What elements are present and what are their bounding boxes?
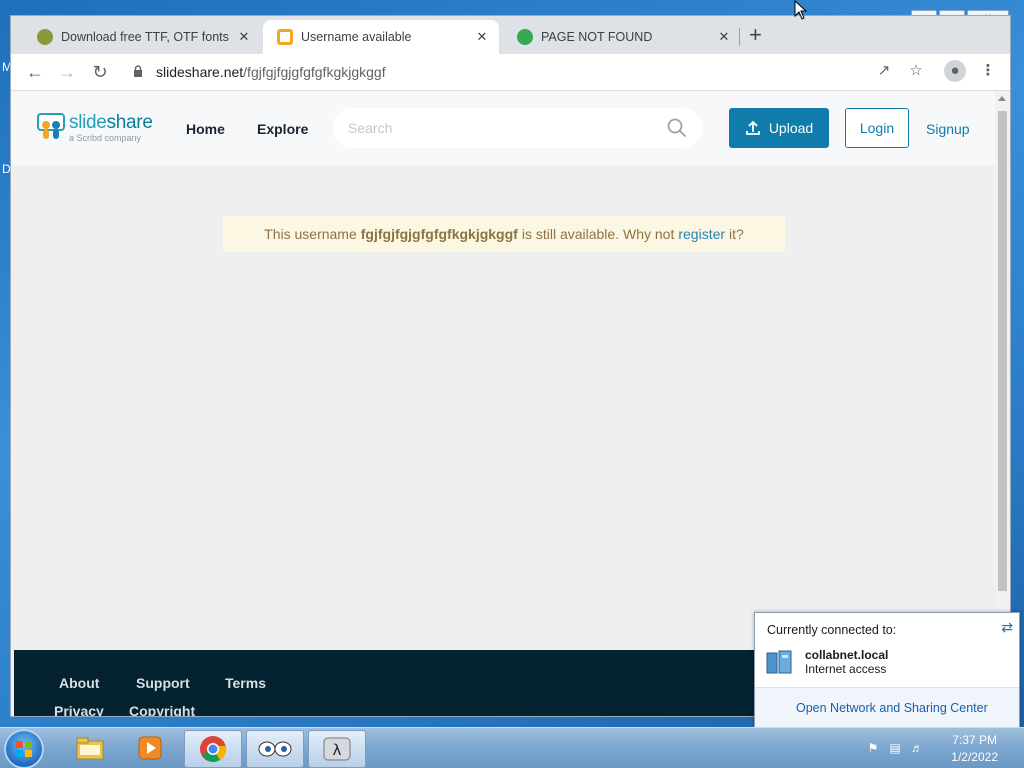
network-icon bbox=[766, 650, 792, 674]
slideshare-favicon-icon bbox=[277, 29, 293, 45]
taskbar-chrome[interactable] bbox=[184, 730, 242, 768]
bookmark-star-icon[interactable]: ☆ bbox=[904, 59, 928, 83]
tab-title: Download free TTF, OTF fonts | C bbox=[61, 30, 233, 44]
upload-label: Upload bbox=[768, 120, 814, 136]
eyes-icon bbox=[258, 741, 292, 757]
tab-fonts[interactable]: Download free TTF, OTF fonts | C ✕ bbox=[23, 20, 261, 54]
footer-copyright[interactable]: Copyright bbox=[129, 703, 195, 716]
start-button[interactable] bbox=[4, 729, 44, 768]
tab-separator bbox=[739, 28, 740, 46]
slideshare-logo[interactable]: slideshare a Scribd company bbox=[37, 111, 157, 147]
browser-window: Download free TTF, OTF fonts | C ✕ Usern… bbox=[11, 16, 1010, 716]
taskbar-media-player[interactable] bbox=[122, 730, 178, 766]
clock-time: 7:37 PM bbox=[952, 733, 997, 747]
search-placeholder: Search bbox=[348, 120, 393, 136]
popup-header: Currently connected to: bbox=[767, 623, 897, 637]
notice-prefix: This username bbox=[264, 226, 357, 242]
lock-icon bbox=[134, 65, 142, 77]
tab-strip: Download free TTF, OTF fonts | C ✕ Usern… bbox=[11, 16, 1010, 54]
logo-word-slide: slide bbox=[69, 112, 107, 133]
signup-link[interactable]: Signup bbox=[926, 121, 970, 137]
new-tab-button[interactable]: + bbox=[749, 22, 762, 48]
explorer-icon bbox=[76, 737, 104, 760]
tab-title: PAGE NOT FOUND bbox=[541, 30, 653, 44]
mouse-cursor-icon bbox=[794, 0, 808, 20]
lambda-icon: λ bbox=[323, 737, 351, 761]
network-status-popup: Currently connected to: ⇄ collabnet.loca… bbox=[754, 612, 1020, 728]
search-icon[interactable] bbox=[667, 118, 687, 138]
notice-suffix: it? bbox=[729, 226, 744, 242]
tab-title: Username available bbox=[301, 30, 412, 44]
forward-arrow-icon[interactable]: → bbox=[55, 60, 79, 84]
notice-username: fgjfgjfgjgfgfgfkgkjgkggf bbox=[360, 226, 518, 242]
close-tab-icon[interactable]: ✕ bbox=[471, 29, 493, 45]
tab-page-not-found[interactable]: PAGE NOT FOUND ✕ bbox=[503, 20, 741, 54]
desktop-icon-label: D bbox=[2, 162, 11, 176]
username-available-notice: This username fgjfgjfgjgfgfgfkgkjgkggf i… bbox=[223, 216, 785, 252]
profile-avatar-icon[interactable]: ● bbox=[944, 60, 966, 82]
site-header: slideshare a Scribd company Home Explore… bbox=[11, 91, 995, 165]
address-bar[interactable]: slideshare.net/fgjfgjfgjgfgfgfkgkjgkggf bbox=[123, 58, 968, 86]
close-tab-icon[interactable]: ✕ bbox=[713, 29, 735, 45]
scroll-up-arrow-icon[interactable] bbox=[998, 96, 1006, 101]
system-tray: ⚑ ▤ ♬ 7:37 PM 1/2/2022 bbox=[854, 728, 1024, 768]
logo-wordmark: slideshare bbox=[69, 112, 153, 134]
media-player-icon bbox=[138, 736, 162, 760]
footer-terms[interactable]: Terms bbox=[225, 675, 266, 691]
upload-button[interactable]: Upload bbox=[729, 108, 829, 148]
nav-home[interactable]: Home bbox=[186, 121, 225, 137]
chrome-icon bbox=[200, 736, 227, 762]
slideshare-logo-icon bbox=[37, 113, 65, 139]
open-network-center-link[interactable]: Open Network and Sharing Center bbox=[796, 701, 988, 715]
refresh-icon[interactable]: ⇄ bbox=[1001, 619, 1013, 636]
upload-icon bbox=[745, 120, 760, 135]
url-text: slideshare.net/fgjfgjfgjgfgfgfkgkjgkggf bbox=[156, 64, 386, 80]
notice-middle: is still available. Why not bbox=[521, 226, 675, 242]
network-name: collabnet.local bbox=[805, 648, 889, 662]
url-domain: slideshare.net bbox=[156, 64, 244, 80]
footer-privacy[interactable]: Privacy bbox=[54, 703, 104, 716]
footer-about[interactable]: About bbox=[59, 675, 99, 691]
search-input[interactable]: Search bbox=[333, 108, 703, 148]
network-tray-icon[interactable]: ▤ bbox=[888, 741, 902, 755]
fonts-favicon-icon bbox=[37, 29, 53, 45]
register-link[interactable]: register bbox=[678, 226, 725, 242]
close-tab-icon[interactable]: ✕ bbox=[233, 29, 255, 45]
reload-icon[interactable]: ↻ bbox=[88, 60, 112, 84]
browser-toolbar: ← → ↻ slideshare.net/fgjfgjfgjgfgfgfkgkj… bbox=[11, 54, 1010, 91]
volume-icon[interactable]: ♬ bbox=[910, 741, 924, 755]
back-arrow-icon[interactable]: ← bbox=[23, 60, 47, 84]
login-button[interactable]: Login bbox=[845, 108, 909, 148]
tab-username-available[interactable]: Username available ✕ bbox=[263, 20, 499, 54]
share-icon[interactable]: ↗ bbox=[872, 59, 896, 83]
taskbar-eyes-app[interactable] bbox=[246, 730, 304, 768]
network-info: collabnet.local Internet access bbox=[805, 648, 888, 676]
taskbar-explorer[interactable] bbox=[62, 730, 118, 766]
action-center-flag-icon[interactable]: ⚑ bbox=[866, 741, 880, 755]
taskbar-lambda-app[interactable]: λ bbox=[308, 730, 366, 768]
clock[interactable]: 7:37 PM 1/2/2022 bbox=[951, 732, 998, 766]
network-status: Internet access bbox=[805, 662, 887, 676]
taskbar: λ ⚑ ▤ ♬ 7:37 PM 1/2/2022 bbox=[0, 727, 1024, 768]
windows-logo-icon bbox=[16, 741, 32, 757]
scrollbar-thumb[interactable] bbox=[998, 111, 1007, 591]
footer-support[interactable]: Support bbox=[136, 675, 190, 691]
page-favicon-icon bbox=[517, 29, 533, 45]
url-path: /fgjfgjfgjgfgfgfkgkjgkggf bbox=[243, 64, 386, 80]
svg-text:λ: λ bbox=[333, 741, 342, 759]
logo-word-share: share bbox=[106, 112, 153, 133]
menu-kebab-icon[interactable]: ⋮ bbox=[976, 59, 1000, 83]
logo-tagline: a Scribd company bbox=[69, 133, 142, 143]
nav-explore[interactable]: Explore bbox=[257, 121, 308, 137]
clock-date: 1/2/2022 bbox=[951, 750, 998, 764]
